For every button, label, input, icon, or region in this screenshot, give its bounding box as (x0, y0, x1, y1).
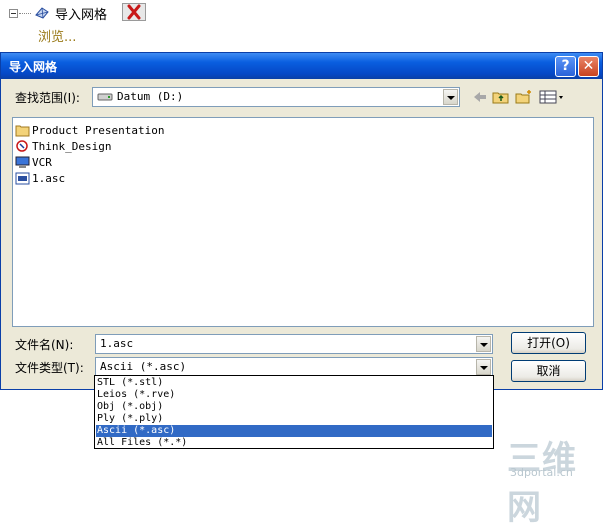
close-button[interactable]: ✕ (578, 56, 599, 77)
dropdown-option[interactable]: Obj (*.obj) (96, 401, 492, 413)
dialog-title: 导入网格 (9, 60, 58, 74)
watermark-url: 3dportal.cn (510, 466, 573, 479)
filename-label: 文件名(N): (15, 338, 74, 352)
dropdown-option[interactable]: STL (*.stl) (96, 377, 492, 389)
import-mesh-dialog: 导入网格 ? ✕ 查找范围(I): Datum (D:) Product Pre… (0, 52, 603, 390)
file-name: Product Presentation (32, 123, 165, 137)
asc-file-icon (15, 172, 30, 184)
drive-icon (97, 93, 113, 101)
file-list[interactable]: Product Presentation Think_Design VCR 1.… (12, 117, 594, 327)
file-name: VCR (32, 155, 52, 169)
open-button[interactable]: 打开(O) (511, 332, 586, 354)
browse-link[interactable]: 浏览... (38, 26, 76, 45)
file-name: Think_Design (32, 139, 112, 153)
lookin-combo[interactable]: Datum (D:) (92, 87, 460, 107)
cancel-button[interactable]: 取消 (511, 360, 586, 382)
dropdown-option[interactable]: Leios (*.rve) (96, 389, 492, 401)
filename-dropdown-arrow[interactable] (476, 336, 491, 352)
help-button[interactable]: ? (555, 56, 576, 77)
dropdown-option[interactable]: All Files (*.*) (96, 437, 492, 449)
mesh-import-icon (35, 7, 49, 19)
view-menu-icon[interactable] (539, 89, 565, 105)
filename-value: 1.asc (100, 337, 134, 350)
close-icon: ✕ (582, 58, 595, 74)
up-folder-icon[interactable] (492, 89, 510, 105)
dropdown-option-selected[interactable]: Ascii (*.asc) (96, 425, 492, 437)
tree-collapse-toggle[interactable] (9, 9, 18, 18)
filename-input[interactable]: 1.asc (95, 334, 493, 354)
delete-icon (127, 4, 141, 20)
filetype-label: 文件类型(T): (15, 361, 84, 375)
application-icon (16, 139, 28, 152)
filetype-dropdown-arrow[interactable] (476, 359, 491, 375)
list-item[interactable]: 1.asc (15, 170, 65, 186)
dialog-titlebar[interactable]: 导入网格 ? ✕ (1, 53, 602, 79)
computer-icon (15, 156, 30, 168)
import-mesh-title: 导入网格 (55, 8, 108, 23)
filetype-dropdown-list[interactable]: STL (*.stl) Leios (*.rve) Obj (*.obj) Pl… (94, 375, 494, 449)
delete-button[interactable] (122, 3, 146, 21)
file-name: 1.asc (32, 171, 66, 185)
folder-icon (15, 125, 30, 136)
watermark-logo: 三维网 (507, 439, 577, 528)
tree-connector (19, 13, 31, 14)
dropdown-option[interactable]: Ply (*.ply) (96, 413, 492, 425)
filetype-select[interactable]: Ascii (*.asc) (95, 357, 493, 377)
list-item[interactable]: Product Presentation (15, 122, 164, 138)
lookin-dropdown-arrow[interactable] (443, 89, 458, 105)
back-icon[interactable] (471, 89, 489, 105)
lookin-value: Datum (D:) (117, 90, 184, 103)
new-folder-icon[interactable] (515, 89, 533, 105)
lookin-label: 查找范围(I): (15, 91, 80, 105)
filetype-value: Ascii (*.asc) (100, 360, 187, 373)
list-item[interactable]: VCR (15, 154, 52, 170)
list-item[interactable]: Think_Design (15, 138, 111, 154)
